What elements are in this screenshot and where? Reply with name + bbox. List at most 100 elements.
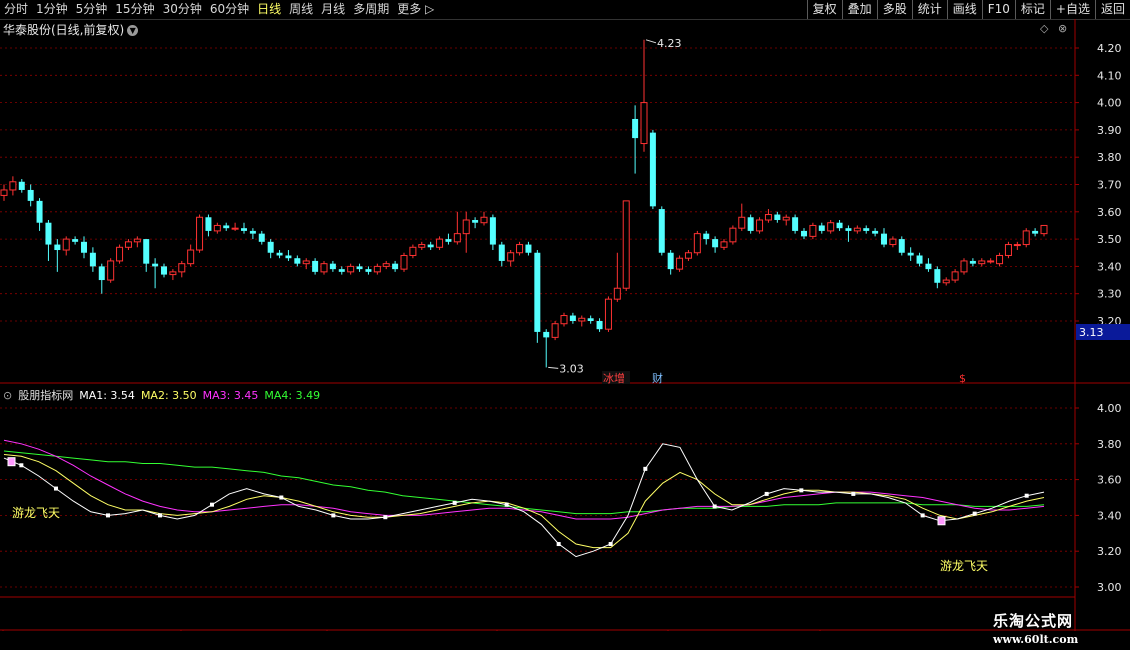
indicator-line-ma1 bbox=[3, 443, 1045, 558]
indicator-gear-icon[interactable]: ⊙ bbox=[3, 389, 12, 402]
signal-marker-left bbox=[7, 457, 16, 467]
period-tab-7[interactable]: 周线 bbox=[285, 0, 317, 19]
toolbar-button-8[interactable]: 返回 bbox=[1094, 0, 1130, 19]
ma2-value: MA2: 3.50 bbox=[140, 389, 197, 402]
indicator-marker bbox=[712, 504, 717, 509]
indicator-marker bbox=[452, 500, 457, 505]
watermark-title: 乐淘公式网 bbox=[993, 612, 1074, 630]
candle-body-up bbox=[400, 254, 408, 270]
event-marker-3: $ bbox=[959, 372, 966, 385]
price-tick-label: 3.70 bbox=[1097, 179, 1122, 192]
candle-body-up bbox=[1022, 230, 1030, 246]
indicator-tick-label: 3.00 bbox=[1097, 581, 1122, 594]
candle-body-up bbox=[578, 317, 586, 322]
candle-body-up bbox=[116, 246, 124, 262]
toolbar-button-3[interactable]: 统计 bbox=[911, 0, 947, 19]
candle-body-down bbox=[596, 321, 603, 330]
candle-body-up bbox=[347, 265, 355, 273]
ma4-value: MA4: 3.49 bbox=[264, 389, 321, 402]
indicator-marker bbox=[1024, 493, 1029, 498]
candle-body-up bbox=[729, 227, 737, 243]
candle-body-down bbox=[285, 255, 292, 259]
toolbar-button-2[interactable]: 多股 bbox=[876, 0, 912, 19]
indicator-marker bbox=[19, 463, 24, 468]
period-tab-5[interactable]: 60分钟 bbox=[206, 0, 253, 19]
candle-body-down bbox=[774, 214, 781, 220]
candle-body-down bbox=[969, 260, 976, 264]
toolbar-button-1[interactable]: 叠加 bbox=[841, 0, 877, 19]
candle-body-up bbox=[169, 271, 177, 276]
candle-body-down bbox=[472, 219, 479, 223]
candle-body-down bbox=[792, 217, 799, 231]
candle-body-up bbox=[560, 315, 568, 325]
price-tick-label: 3.40 bbox=[1097, 260, 1122, 273]
candle-body-down bbox=[667, 252, 674, 270]
period-tab-4[interactable]: 30分钟 bbox=[159, 0, 206, 19]
chart-area[interactable]: 4.20 4.10 4.00 3.90 3.80 3.70 3.60 3.50 3.40 3.30… bbox=[0, 19, 1130, 631]
candle-body-up bbox=[684, 252, 692, 259]
indicator-line-ma2 bbox=[3, 454, 1045, 549]
event-marker-2: 财 bbox=[652, 371, 663, 385]
candle-body-down bbox=[36, 200, 43, 223]
candle-body-down bbox=[836, 222, 843, 229]
candle-body-up bbox=[1013, 244, 1021, 247]
candle-body-down bbox=[392, 263, 399, 270]
candle-body-down bbox=[587, 318, 594, 321]
indicator-marker bbox=[799, 488, 804, 493]
candle-body-up bbox=[551, 323, 559, 338]
period-tab-9[interactable]: 多周期 bbox=[349, 0, 393, 19]
candle-body-down bbox=[249, 230, 256, 234]
toolbar-button-6[interactable]: 标记 bbox=[1014, 0, 1050, 19]
period-toolbar: 分时 1分钟 5分钟 15分钟 30分钟 60分钟 日线 周线 月线 多周期 更多 ▷ 复权 叠加 多股… bbox=[0, 0, 1130, 20]
high-price-label: 4.23 bbox=[657, 37, 682, 50]
candle-body-up bbox=[302, 260, 310, 265]
candle-body-down bbox=[925, 263, 932, 270]
candle-body-down bbox=[712, 239, 719, 248]
period-tab-10[interactable]: 更多 ▷ bbox=[393, 0, 438, 19]
candle-body-down bbox=[907, 252, 914, 256]
candle-body-up bbox=[373, 265, 381, 273]
toolbar-button-0[interactable]: 复权 bbox=[806, 0, 842, 19]
candle-body-up bbox=[213, 224, 221, 232]
toolbar-button-4[interactable]: 画线 bbox=[946, 0, 982, 19]
candle-body-up bbox=[738, 216, 746, 229]
candle-body-up bbox=[622, 200, 630, 289]
period-tab-6[interactable]: 日线 bbox=[253, 0, 285, 19]
candle-body-down bbox=[898, 239, 905, 253]
indicator-marker bbox=[643, 466, 648, 471]
indicator-name[interactable]: 股朋指标网 bbox=[18, 389, 73, 402]
candle-body-down bbox=[294, 258, 301, 264]
candle-body-up bbox=[62, 238, 70, 251]
candle-body-down bbox=[72, 239, 79, 242]
candle-body-down bbox=[205, 217, 212, 231]
candle-body-up bbox=[507, 252, 515, 262]
candle-body-up bbox=[942, 279, 950, 284]
candle-body-down bbox=[934, 269, 941, 283]
indicator-header: ⊙ 股朋指标网 MA1: 3.54 MA2: 3.50 MA3: 3.45 MA4: 3.… bbox=[3, 387, 326, 403]
toolbar-button-7[interactable]: +自选 bbox=[1049, 0, 1095, 19]
candle-body-down bbox=[863, 228, 870, 231]
candle-body-down bbox=[365, 269, 372, 272]
candle-body-up bbox=[978, 260, 986, 265]
period-tab-3[interactable]: 15分钟 bbox=[111, 0, 158, 19]
candle-body-down bbox=[747, 217, 754, 231]
candle-body-down bbox=[161, 266, 167, 275]
candle-body-up bbox=[133, 238, 141, 243]
period-tab-1[interactable]: 1分钟 bbox=[32, 0, 72, 19]
candle-body-up bbox=[107, 260, 115, 281]
candle-body-down bbox=[569, 315, 576, 321]
candle-body-down bbox=[312, 260, 319, 272]
candle-body-down bbox=[241, 228, 247, 231]
candle-body-down bbox=[27, 189, 34, 201]
candle-body-down bbox=[223, 225, 230, 229]
indicator-marker bbox=[158, 513, 162, 518]
candle-body-down bbox=[98, 266, 105, 281]
period-tab-0[interactable]: 分时 bbox=[0, 0, 32, 19]
candle-body-up bbox=[462, 219, 470, 235]
period-tab-2[interactable]: 5分钟 bbox=[72, 0, 112, 19]
toolbar-button-5[interactable]: F10 bbox=[981, 0, 1015, 19]
candle-body-up bbox=[516, 244, 524, 254]
candle-body-up bbox=[320, 263, 328, 273]
period-tab-8[interactable]: 月线 bbox=[317, 0, 349, 19]
candle-body-down bbox=[329, 263, 336, 270]
